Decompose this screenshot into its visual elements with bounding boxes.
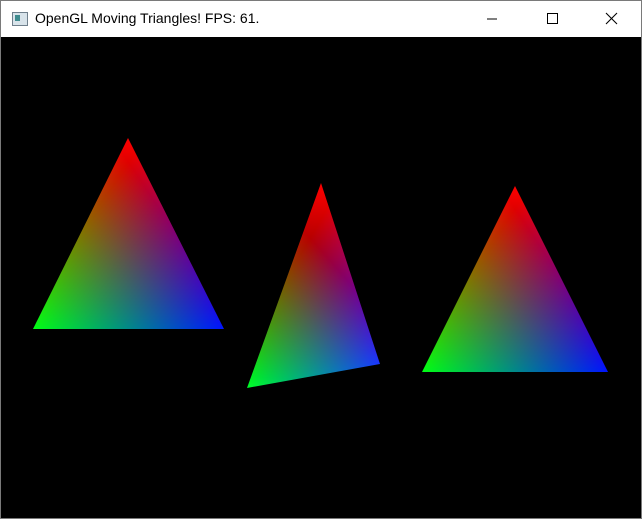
opengl-canvas[interactable] bbox=[1, 37, 641, 518]
close-icon bbox=[605, 12, 618, 25]
maximize-button[interactable] bbox=[522, 1, 580, 37]
minimize-button[interactable] bbox=[464, 1, 522, 37]
triangle-middle bbox=[247, 183, 380, 388]
app-window-icon-inner bbox=[15, 15, 20, 21]
maximize-icon bbox=[547, 13, 558, 24]
triangle-right bbox=[422, 186, 608, 372]
app-window: OpenGL Moving Triangles! FPS: 61. bbox=[0, 0, 642, 519]
triangle-left bbox=[33, 138, 224, 329]
close-button[interactable] bbox=[582, 1, 640, 37]
title-bar[interactable]: OpenGL Moving Triangles! FPS: 61. bbox=[1, 1, 641, 37]
app-window-icon[interactable] bbox=[12, 12, 28, 26]
window-title: OpenGL Moving Triangles! FPS: 61. bbox=[35, 10, 260, 26]
triangle-scene bbox=[33, 138, 608, 388]
minimize-icon bbox=[487, 18, 497, 20]
